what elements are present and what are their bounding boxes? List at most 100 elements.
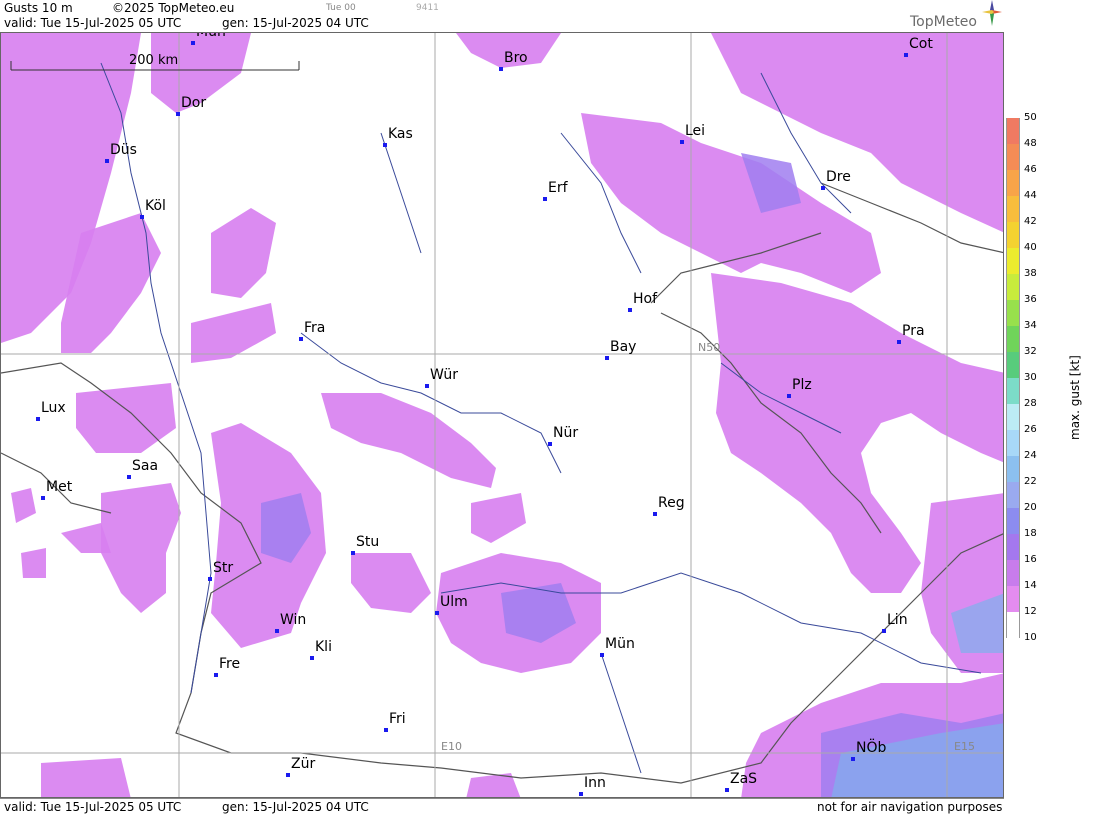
city-label: Zür: [291, 756, 316, 772]
header-bar: Gusts 10 m ©2025 TopMeteo.eu Tue 00 9411…: [0, 0, 1004, 32]
legend-tick-label: 44: [1024, 190, 1037, 201]
city-dot: [383, 143, 387, 147]
city-label: Hof: [633, 291, 658, 307]
city-label: Stu: [356, 534, 380, 550]
city-dot: [176, 112, 180, 116]
legend-title: max. gust [kt]: [1068, 355, 1082, 440]
city-dot: [41, 496, 45, 500]
legend-swatch: [1006, 612, 1020, 638]
city-dot: [882, 629, 886, 633]
city-label: Met: [46, 479, 73, 495]
gust-map[interactable]: 200 km N50 E10 E15 Mün Bro Cot Dor Kas Lei Düs…: [0, 32, 1004, 798]
grid-label-e15: E15: [954, 740, 975, 753]
legend-swatch: [1006, 534, 1020, 560]
city-dot: [653, 512, 657, 516]
legend-tick-label: 46: [1024, 164, 1037, 175]
city-dot: [435, 611, 439, 615]
city-dot: [548, 442, 552, 446]
legend-swatch: [1006, 326, 1020, 352]
legend-swatch: [1006, 378, 1020, 404]
legend-swatch: [1006, 456, 1020, 482]
city-dot: [605, 356, 609, 360]
city-label: Lux: [41, 400, 66, 416]
city-dot: [628, 308, 632, 312]
city-dot: [851, 757, 855, 761]
city-dot: [787, 394, 791, 398]
grid-label-e10: E10: [441, 740, 462, 753]
legend-tick-label: 12: [1024, 606, 1037, 617]
legend-swatch: [1006, 560, 1020, 586]
gust-fields: [1, 33, 1003, 797]
city-label: Mün: [196, 32, 226, 40]
city-label: Dor: [181, 95, 207, 111]
city-label: Lei: [685, 123, 706, 139]
legend-tick-label: 30: [1024, 372, 1037, 383]
legend-swatch: [1006, 196, 1020, 222]
legend-swatch: [1006, 482, 1020, 508]
legend-tick-label: 48: [1024, 138, 1037, 149]
legend-swatch: [1006, 144, 1020, 170]
legend-tick-label: 24: [1024, 450, 1037, 461]
city-label: Fre: [219, 656, 241, 672]
city-label: Kli: [315, 639, 332, 655]
legend-tick-label: 16: [1024, 554, 1037, 565]
legend-tick-label: 10: [1024, 632, 1037, 643]
city-label: Düs: [110, 142, 137, 158]
generated-time: gen: 15-Jul-2025 04 UTC: [222, 16, 369, 30]
city-label: Lin: [887, 612, 908, 628]
city-dot: [214, 673, 218, 677]
city-label: Fri: [389, 711, 406, 727]
topmeteo-logo[interactable]: TopMeteo: [910, 0, 1002, 30]
city-dot: [821, 186, 825, 190]
city-label: Ulm: [440, 594, 468, 610]
city-dot: [275, 629, 279, 633]
city-dot: [499, 67, 503, 71]
city-dot: [191, 41, 195, 45]
compass-icon: [982, 0, 1002, 26]
city-label: ZaS: [730, 771, 758, 787]
legend-swatch: [1006, 508, 1020, 534]
city-dot: [579, 792, 583, 796]
legend-swatch: [1006, 352, 1020, 378]
city-label: NÖb: [856, 740, 887, 756]
city-label: Saa: [132, 458, 159, 474]
grid-label-n50: N50: [698, 341, 721, 354]
legend-swatch: [1006, 222, 1020, 248]
city-dot: [425, 384, 429, 388]
city-label: Dre: [826, 169, 851, 185]
city-label: Cot: [909, 36, 933, 52]
city-dot: [286, 773, 290, 777]
city-dot: [680, 140, 684, 144]
scale-bar-label: 200 km: [129, 53, 179, 68]
legend-swatch: [1006, 118, 1020, 144]
legend-swatch: [1006, 404, 1020, 430]
city-label: Erf: [548, 180, 568, 196]
legend-tick-label: 20: [1024, 502, 1037, 513]
city-dot: [310, 656, 314, 660]
legend-tick-label: 28: [1024, 398, 1037, 409]
legend-tick-label: 22: [1024, 476, 1037, 487]
city-dot: [897, 340, 901, 344]
map-canvas: [1, 33, 1003, 797]
legend-tick-label: 14: [1024, 580, 1037, 591]
product-title: Gusts 10 m: [4, 1, 73, 15]
legend-tick-label: 38: [1024, 268, 1037, 279]
legend-tick-label: 34: [1024, 320, 1037, 331]
legend-swatch: [1006, 274, 1020, 300]
city-label: Win: [280, 612, 307, 628]
brand-text: TopMeteo: [910, 14, 977, 30]
city-label: Fra: [304, 320, 326, 336]
city-label: Inn: [584, 775, 606, 791]
legend-tick-label: 50: [1024, 112, 1037, 123]
city-dot: [384, 728, 388, 732]
footer-bar: valid: Tue 15-Jul-2025 05 UTC gen: 15-Ju…: [0, 798, 1004, 815]
footer-gen: gen: 15-Jul-2025 04 UTC: [222, 800, 369, 814]
legend-swatch: [1006, 586, 1020, 612]
city-label: Str: [213, 560, 234, 576]
legend-tick-label: 40: [1024, 242, 1037, 253]
city-dot: [600, 653, 604, 657]
city-dot: [127, 475, 131, 479]
run-label: Tue 00: [326, 3, 356, 13]
footer-valid: valid: Tue 15-Jul-2025 05 UTC: [4, 800, 182, 814]
city-dot: [299, 337, 303, 341]
